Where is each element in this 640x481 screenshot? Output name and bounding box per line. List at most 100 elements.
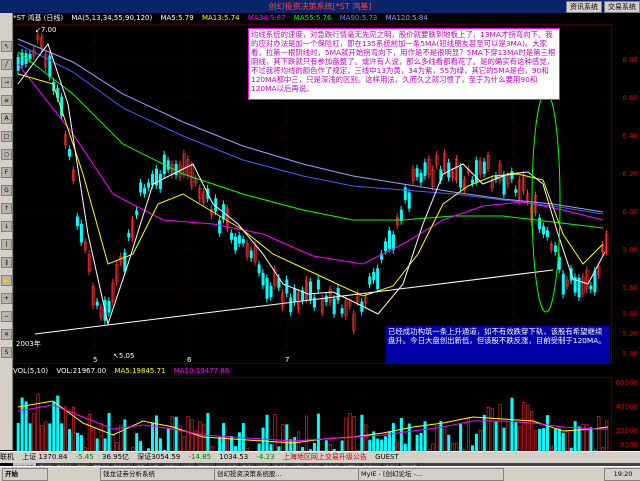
- text-tool-icon[interactable]: A: [1, 113, 12, 124]
- vol-value: VOL:21967.00: [56, 367, 107, 375]
- candle-body: [368, 276, 372, 285]
- info-system-button[interactable]: 资讯系统: [566, 1, 602, 13]
- candle-body: [545, 230, 549, 238]
- candle-body: [324, 295, 328, 303]
- vol-tick: 60000: [615, 379, 638, 387]
- ma-params: MA(5,13,34,55,90,120): [71, 14, 153, 22]
- candle-body: [470, 179, 474, 184]
- candle-body: [376, 268, 380, 289]
- delete-tool-icon[interactable]: ✕: [1, 329, 12, 340]
- sz-change: -14.85: [188, 453, 212, 461]
- channel-tool-icon[interactable]: ≡: [1, 95, 12, 106]
- candle-body: [135, 210, 139, 216]
- candle-body: [316, 279, 320, 290]
- price-tick: 6.20: [622, 170, 638, 178]
- parallel-tool-icon[interactable]: ∥: [1, 257, 12, 268]
- candle-body: [261, 272, 265, 286]
- left-toolbar: ↖ ╱ → ≡ A □ ○ F G ↑ ↓ | ∥ ✋ + − ✕ S: [0, 13, 13, 450]
- ellipse-tool-icon[interactable]: ○: [1, 149, 12, 160]
- candle-body: [510, 171, 514, 180]
- candle-body: [542, 226, 546, 235]
- volume-axis: 60000 40000 20000 X100 日线: [612, 377, 640, 461]
- candle-body: [403, 187, 407, 201]
- sz-index: 深证3054.59: [137, 453, 181, 461]
- candle-body: [127, 232, 131, 238]
- candle-body: [79, 223, 83, 243]
- candle-body: [289, 297, 293, 313]
- high-price-label: ↙7.00: [35, 26, 56, 34]
- clock: 19:20: [604, 468, 640, 481]
- task-qianlong[interactable]: 钱龙证券分析系统: [100, 468, 216, 481]
- candle-body: [553, 245, 557, 253]
- sh-change: -5.45: [75, 453, 94, 461]
- rect-tool-icon[interactable]: □: [1, 131, 12, 142]
- save-tool-icon[interactable]: S: [1, 347, 12, 358]
- task-chuanghuan[interactable]: 创幻投资决策系统股...: [214, 468, 360, 481]
- vol-ma5: MA5:19845.71: [114, 367, 166, 375]
- task-myie[interactable]: MyIE - [创幻论坛 -...: [358, 468, 504, 481]
- ma34-value: MA34:5.87: [247, 14, 286, 22]
- candle-body: [557, 256, 561, 270]
- arrow-down-icon[interactable]: ↓: [1, 221, 12, 232]
- candle-body: [308, 281, 312, 301]
- volume-chart[interactable]: [13, 377, 612, 461]
- candle-body: [158, 174, 162, 190]
- gann-tool-icon[interactable]: G: [1, 185, 12, 196]
- candle-body: [257, 264, 261, 274]
- candle-body: [514, 189, 518, 193]
- candle-body: [340, 308, 344, 314]
- candle-body: [16, 56, 20, 71]
- sz-amount: 1034.53: [219, 453, 249, 461]
- candle-body: [123, 252, 127, 272]
- news-ticker[interactable]: 上海地区网上交易升级公告: [283, 453, 367, 461]
- connection-status: 联机: [0, 453, 14, 461]
- stock-name: *ST 鸿基 (日线): [13, 14, 64, 22]
- trade-system-button[interactable]: 交易系统: [604, 1, 640, 13]
- vol-tick: 20000: [615, 427, 638, 435]
- candle-body: [147, 182, 151, 188]
- hand-tool-icon[interactable]: ✋: [1, 275, 12, 286]
- candle-body: [589, 285, 593, 290]
- start-button[interactable]: 开始: [2, 468, 48, 481]
- status-bar: 联机 上证 1370.84 -5.45 36.95亿 深证3054.59 -14…: [0, 451, 640, 463]
- sh-index: 上证 1370.84: [22, 453, 68, 461]
- time-label-m5: 5: [93, 356, 97, 364]
- candle-body: [332, 298, 336, 315]
- candle-body: [387, 230, 391, 249]
- candle-body: [482, 161, 486, 174]
- user-label: GUEST: [375, 453, 399, 461]
- cursor-icon[interactable]: ↖: [1, 41, 12, 52]
- candle-body: [538, 217, 542, 230]
- window-title: 创幻投资决策系统[*ST 鸿基]: [268, 2, 372, 11]
- candle-body: [68, 149, 72, 157]
- annotation-top: 均线系统的速度，对急跌行情毫无先见之明，股价就要跌到地板上了，13MA才拐弯向下…: [248, 28, 560, 100]
- cycle-tool-icon[interactable]: |: [1, 239, 12, 250]
- arrow-up-icon[interactable]: ↑: [1, 203, 12, 214]
- candle-body: [249, 250, 253, 259]
- extra-change: -4.23: [256, 453, 275, 461]
- ma120-value: MA120:5.84: [385, 14, 428, 22]
- candle-body: [561, 273, 565, 295]
- candle-body: [143, 187, 147, 194]
- price-tick: 6.60: [622, 94, 638, 102]
- price-tick: 5.00: [622, 350, 638, 358]
- line-tool-icon[interactable]: ╱: [1, 59, 12, 70]
- price-axis: 6.80 6.60 6.40 6.20 6.00 5.80 5.60 5.40 …: [612, 24, 640, 364]
- volume-header: VOL(5,10) VOL:21967.00 MA5:19845.71 MA10…: [13, 366, 235, 377]
- candle-body: [151, 174, 155, 186]
- candle-body: [237, 235, 241, 244]
- ray-tool-icon[interactable]: →: [1, 77, 12, 88]
- zoom-out-icon[interactable]: −: [1, 311, 12, 322]
- candle-body: [75, 216, 79, 227]
- candle-body: [407, 192, 411, 209]
- price-tick: 5.60: [622, 284, 638, 292]
- candle-body: [95, 301, 99, 306]
- candle-body: [241, 239, 245, 244]
- price-tick: 6.80: [622, 56, 638, 64]
- candle-body: [423, 162, 427, 176]
- fib-tool-icon[interactable]: F: [1, 167, 12, 178]
- candle-body: [107, 300, 111, 313]
- zoom-in-icon[interactable]: +: [1, 293, 12, 304]
- candle-body: [384, 241, 388, 251]
- candle-body: [415, 168, 419, 177]
